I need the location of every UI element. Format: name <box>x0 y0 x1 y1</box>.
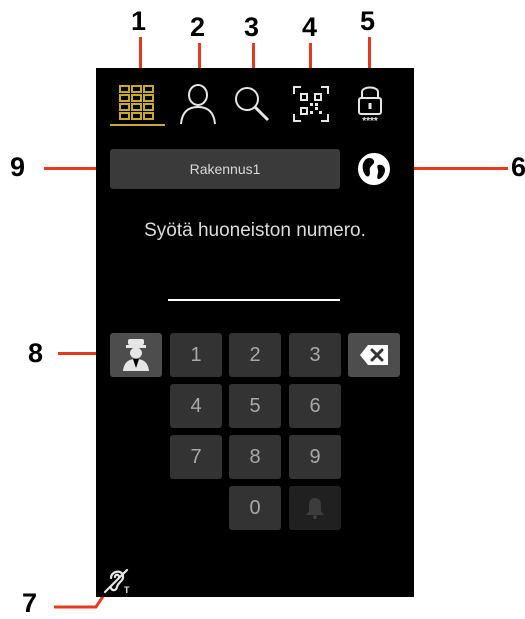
call-button[interactable] <box>289 486 341 530</box>
key-8[interactable]: 8 <box>229 435 281 479</box>
concierge-icon <box>123 339 149 371</box>
intercom-screen: **** Rakennus1 Syötä huoneiston numero. … <box>96 68 414 597</box>
key-5[interactable]: 5 <box>229 384 281 428</box>
search-icon <box>235 87 270 122</box>
person-icon <box>180 84 216 125</box>
tab-name-list[interactable] <box>174 78 222 130</box>
key-7[interactable]: 7 <box>170 435 222 479</box>
building-selector[interactable]: Rakennus1 <box>110 149 340 189</box>
apartment-grid-icon <box>119 85 154 120</box>
tab-pin-code[interactable]: **** <box>346 78 394 130</box>
tab-qr-code[interactable] <box>287 78 335 130</box>
building-selector-value: Rakennus1 <box>189 161 261 177</box>
apartment-number-prompt: Syötä huoneiston numero. <box>144 220 366 241</box>
accessibility-button[interactable]: T <box>102 564 132 595</box>
key-1[interactable]: 1 <box>170 333 222 377</box>
backspace-button[interactable] <box>348 333 400 377</box>
key-3[interactable]: 3 <box>289 333 341 377</box>
key-2[interactable]: 2 <box>229 333 281 377</box>
pin-lock-icon: **** <box>358 86 382 126</box>
svg-text:****: **** <box>362 116 378 126</box>
tab-apartment-list[interactable] <box>113 78 161 130</box>
qr-code-icon <box>293 86 329 122</box>
key-0[interactable]: 0 <box>229 486 281 530</box>
svg-text:T: T <box>124 585 130 594</box>
apartment-number-input[interactable] <box>168 299 340 301</box>
backspace-icon <box>360 345 388 365</box>
globe-icon <box>358 153 390 185</box>
selected-tab-indicator <box>110 124 165 126</box>
key-6[interactable]: 6 <box>289 384 341 428</box>
concierge-button[interactable] <box>110 333 162 377</box>
hearing-loop-icon: T <box>103 568 130 595</box>
key-9[interactable]: 9 <box>289 435 341 479</box>
language-button[interactable] <box>357 152 391 186</box>
tab-search[interactable] <box>228 78 276 130</box>
bell-icon <box>306 498 324 519</box>
key-4[interactable]: 4 <box>170 384 222 428</box>
